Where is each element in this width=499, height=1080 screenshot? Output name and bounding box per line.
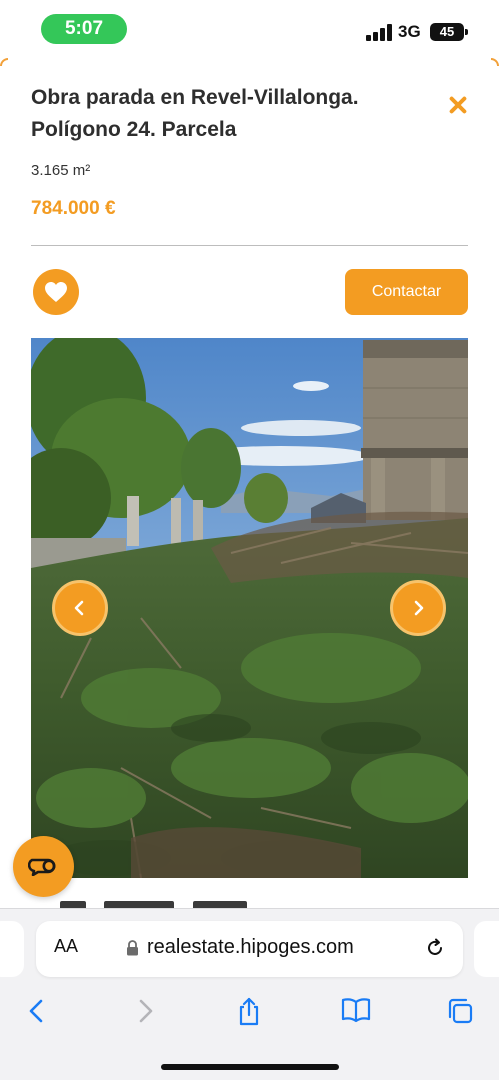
next-tab-preview[interactable] bbox=[474, 921, 499, 977]
forward-arrow-icon bbox=[139, 999, 153, 1023]
chat-button[interactable] bbox=[13, 836, 74, 897]
reader-settings-button[interactable]: AA bbox=[54, 936, 78, 957]
chevron-left-icon bbox=[74, 600, 84, 616]
favorite-button[interactable] bbox=[33, 269, 79, 315]
previous-photo-button[interactable] bbox=[52, 580, 108, 636]
reload-icon[interactable] bbox=[423, 936, 447, 960]
close-icon[interactable] bbox=[444, 92, 472, 120]
chat-icon bbox=[28, 858, 56, 876]
listing-area: 3.165 m² bbox=[31, 162, 91, 179]
share-button[interactable] bbox=[229, 991, 269, 1031]
sheet-corner bbox=[0, 58, 8, 66]
browser-nav-toolbar bbox=[0, 991, 499, 1035]
listing-title: Obra parada en Revel-Villalonga. Polígon… bbox=[31, 86, 359, 141]
chevron-right-icon bbox=[414, 600, 424, 616]
forward-button[interactable] bbox=[125, 991, 165, 1031]
status-bar: 5:07 3G 45 bbox=[0, 0, 499, 58]
next-photo-button[interactable] bbox=[390, 580, 446, 636]
battery-icon: 45 bbox=[430, 23, 468, 41]
tabs-icon bbox=[448, 998, 473, 1024]
bookmarks-button[interactable] bbox=[335, 991, 375, 1031]
listing-price: 784.000 € bbox=[31, 198, 116, 219]
contact-button[interactable]: Contactar bbox=[345, 269, 468, 315]
share-icon bbox=[239, 997, 259, 1026]
home-indicator bbox=[161, 1064, 339, 1070]
back-button[interactable] bbox=[17, 991, 57, 1031]
book-icon bbox=[341, 998, 371, 1023]
sheet-corner bbox=[491, 58, 499, 66]
aa-label: AA bbox=[54, 936, 79, 956]
previous-tab-preview[interactable] bbox=[0, 921, 24, 977]
network-type: 3G bbox=[398, 22, 421, 41]
back-arrow-icon bbox=[29, 999, 43, 1023]
divider bbox=[31, 245, 468, 246]
status-time: 5:07 bbox=[41, 14, 127, 44]
browser-toolbar: AA realestate.hipoges.com bbox=[0, 908, 499, 1080]
url-text[interactable]: realestate.hipoges.com bbox=[147, 936, 354, 959]
signal-icon bbox=[366, 23, 392, 41]
heart-icon bbox=[45, 282, 67, 302]
lock-icon bbox=[127, 940, 138, 956]
tabs-button[interactable] bbox=[440, 991, 480, 1031]
listing-sheet: Obra parada en Revel-Villalonga. Polígon… bbox=[0, 58, 499, 910]
address-bar[interactable]: AA realestate.hipoges.com bbox=[36, 921, 463, 977]
